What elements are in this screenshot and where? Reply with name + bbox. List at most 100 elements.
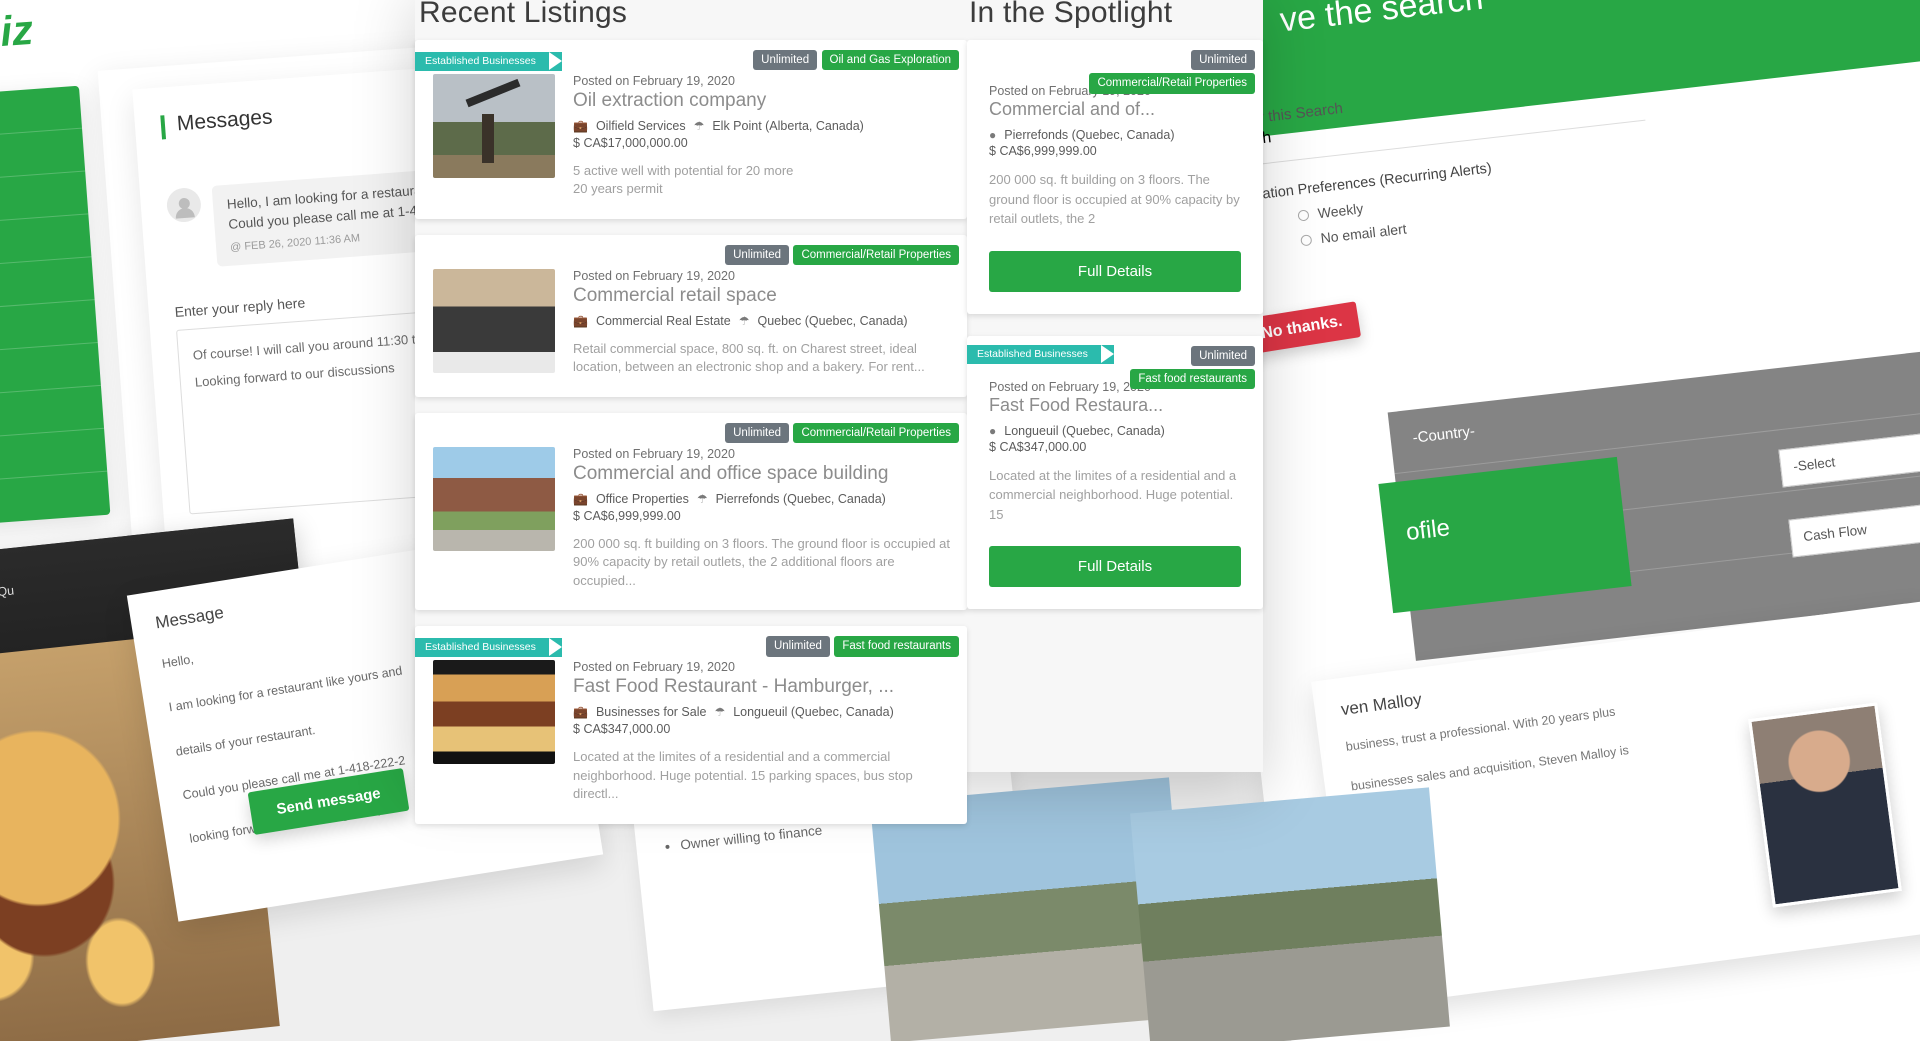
listing-description: Located at the limites of a residential … [989,467,1237,522]
posted-date: Posted on February 19, 2020 [573,268,735,283]
category-badge: Commercial/Retail Properties [1089,73,1255,94]
listing-description: Located at the limites of a residential … [573,749,913,802]
radio-weekly-label: Weekly [1316,200,1365,222]
listing-title[interactable]: Commercial and office space building [573,463,953,485]
ribbon-badge: Established Businesses [967,344,1114,364]
globe-icon: ☂ [693,119,705,133]
badge-group: Unlimited Commercial/Retail Properties [725,422,959,444]
recent-listings-heading: Recent Listings [419,0,628,29]
listing-price: CA$347,000.00 [583,722,671,737]
listing-title[interactable]: Commercial and of... [989,99,1241,120]
background-photo-building-2 [1130,787,1450,1041]
listing-location: Quebec (Quebec, Canada) [757,313,908,328]
listing-card[interactable]: Unlimited Commercial/Retail Properties P… [415,412,967,611]
plan-badge: Unlimited [1191,50,1255,71]
badge-group: Unlimited Commercial/Retail Properties [1089,50,1255,94]
listing-price-row: $ CA$347,000.00 [989,440,1241,454]
listing-location: Longueuil (Quebec, Canada) [733,705,894,720]
listing-thumbnail[interactable] [433,74,555,178]
listing-thumbnail[interactable] [433,446,555,551]
listing-location: Pierrefonds (Quebec, Canada) [1004,128,1175,142]
category-badge: Commercial/Retail Properties [793,422,959,444]
spotlight-card[interactable]: Established Businesses Unlimited Fast fo… [967,335,1263,609]
listing-title[interactable]: Fast Food Restaurant - Hamburger, ... [573,676,953,698]
radio-icon [1297,208,1310,222]
listing-title[interactable]: Oil extraction company [573,90,953,112]
spotlight-column: In the Spotlight Unlimited Commercial/Re… [967,0,1263,772]
person-photo [1748,702,1902,908]
recent-listings-column: Recent Listings Established Businesses U… [415,0,967,824]
listing-meta: 💼 Commercial Real Estate ☂ Quebec (Quebe… [573,314,953,328]
badge-group: Unlimited Fast food restaurants [1130,345,1255,390]
dollar-icon: $ [573,508,580,523]
sidebar-item-messages[interactable]: Messages [0,428,108,492]
listing-card[interactable]: Established Businesses Unlimited Oil and… [415,40,967,219]
globe-icon: ☂ [738,313,750,328]
listing-description: Retail commercial space, 800 sq. ft. on … [573,340,925,375]
briefcase-icon: 💼 [573,705,588,720]
listing-meta: ● Longueuil (Quebec, Canada) [989,424,1241,438]
listing-meta: 💼 Oilfield Services ☂ Elk Point (Alberta… [573,119,953,133]
listing-price: CA$17,000,000.00 [583,136,688,150]
listing-description: 200 000 sq. ft building on 3 floors. The… [573,535,951,588]
listing-card[interactable]: Unlimited Commercial/Retail Properties P… [415,234,967,397]
briefcase-icon: 💼 [573,119,588,133]
listing-price-row: $ CA$347,000.00 [573,722,953,736]
plan-badge: Unlimited [753,50,818,71]
ribbon-badge: Established Businesses [415,638,562,658]
briefcase-icon: 💼 [573,313,588,328]
location-pin-icon: ● [989,128,997,142]
listing-meta: 💼 Businesses for Sale ☂ Longueuil (Quebe… [573,705,953,719]
full-details-button[interactable]: Full Details [989,546,1241,587]
right-header-title: ve the search [1277,0,1486,40]
listing-location: Pierrefonds (Quebec, Canada) [715,491,886,506]
listing-industry: Oilfield Services [595,119,686,133]
badge-group: Unlimited Commercial/Retail Properties [725,244,959,266]
plan-badge: Unlimited [725,244,789,266]
spotlight-heading: In the Spotlight [969,0,1173,29]
dollar-icon: $ [573,136,580,150]
listing-card[interactable]: Established Businesses Unlimited Fast fo… [415,626,967,824]
listing-description: 5 active well with potential for 20 more… [573,163,794,197]
listing-price-row: $ CA$17,000,000.00 [573,136,953,150]
full-details-button[interactable]: Full Details [989,250,1241,292]
listing-price-row: $ CA$6,999,999.00 [573,509,953,523]
listing-industry: Businesses for Sale [595,705,707,720]
globe-icon: ☂ [696,491,708,506]
plan-badge: Unlimited [1191,345,1255,366]
listing-title[interactable]: Commercial retail space [573,285,953,307]
screenshot-root: Biz ment ing tured Listings bership Book… [0,0,1920,1041]
globe-icon: ☂ [714,705,726,720]
ribbon-badge: Established Businesses [415,52,562,71]
listing-thumbnail[interactable] [433,660,555,765]
dollar-icon: $ [989,144,996,158]
posted-date: Posted on February 19, 2020 [573,74,735,88]
radio-icon [1300,233,1313,246]
listing-title[interactable]: Fast Food Restaura... [989,395,1241,416]
dollar-icon: $ [573,722,580,737]
category-badge: Commercial/Retail Properties [793,244,959,266]
listing-location: Longueuil (Quebec, Canada) [1004,423,1165,438]
background-right-green-band: ofile [1378,456,1632,614]
listing-price-row: $ CA$6,999,999.00 [989,144,1241,158]
listing-price: CA$6,999,999.00 [583,508,681,523]
avatar-icon [165,186,203,224]
badge-group: Unlimited Oil and Gas Exploration [753,50,959,71]
category-badge: Fast food restaurants [1130,368,1255,390]
listing-description: 200 000 sq. ft building on 3 floors. The… [989,172,1240,226]
badge-group: Unlimited Fast food restaurants [765,636,959,657]
site-logo[interactable]: Biz [0,6,35,58]
category-badge: Oil and Gas Exploration [821,50,959,71]
dollar-icon: $ [989,439,996,454]
listings-overlay-panel: Recent Listings Established Businesses U… [415,0,1263,824]
plan-badge: Unlimited [765,636,830,657]
listing-meta: ● Pierrefonds (Quebec, Canada) [989,128,1241,142]
listing-meta: 💼 Office Properties ☂ Pierrefonds (Quebe… [573,492,953,506]
listing-industry: Commercial Real Estate [595,313,731,328]
spotlight-card[interactable]: Unlimited Commercial/Retail Properties P… [967,40,1263,314]
posted-date: Posted on February 19, 2020 [573,660,735,675]
location-pin-icon: ● [989,423,997,438]
listing-price: CA$347,000.00 [999,439,1087,454]
listing-thumbnail[interactable] [433,268,555,373]
plan-badge: Unlimited [725,422,789,444]
